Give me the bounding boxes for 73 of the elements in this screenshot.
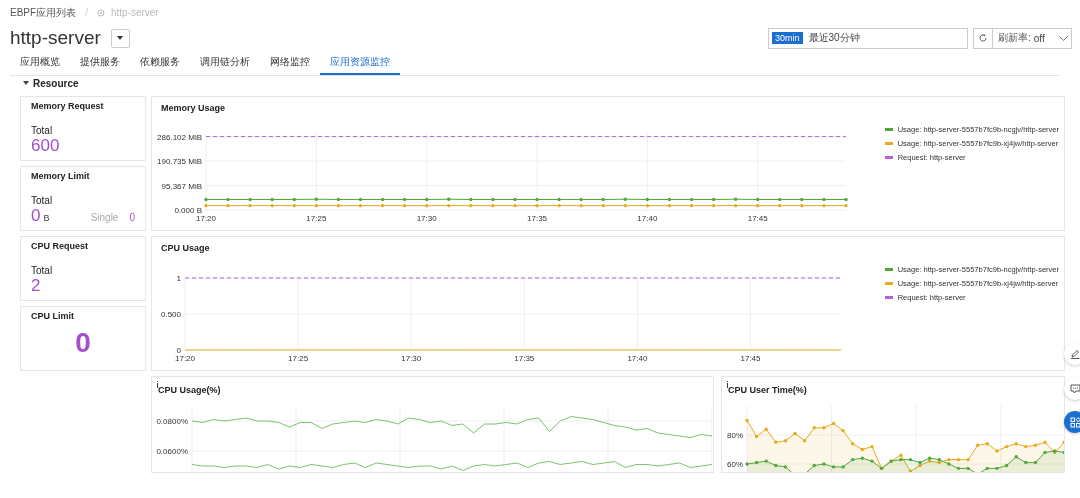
single-label: Single <box>90 212 119 223</box>
chart-title: CPU User Time(%) <box>727 385 807 395</box>
section-title: Resource <box>33 77 79 89</box>
y-tick-label: 1 <box>176 274 181 283</box>
y-tick-label: 0 <box>176 346 181 355</box>
stat-value: 0 <box>74 327 92 359</box>
chat-icon <box>1069 384 1080 394</box>
tab[interactable]: 调用链分析 <box>190 55 260 75</box>
y-tick-label: 190.735 MiB <box>157 157 202 167</box>
y-tick-label: 0.500 <box>160 310 181 319</box>
stat-unit: B <box>43 213 50 223</box>
x-tick-label: 17:30 <box>416 214 437 223</box>
y-tick-label: 95.367 MiB <box>161 181 202 191</box>
chart-title: CPU Usage <box>161 243 210 253</box>
tab[interactable]: 提供服务 <box>70 55 130 75</box>
single-value: 0 <box>129 212 135 223</box>
x-tick-label: 17:45 <box>747 214 768 223</box>
total-label: Total <box>31 265 54 276</box>
x-tick-label: 17:45 <box>740 354 761 363</box>
caret-icon[interactable] <box>23 81 29 85</box>
stat-value: 2 <box>31 276 41 295</box>
card-title: CPU Request <box>31 241 89 251</box>
pencil-icon <box>1070 349 1080 359</box>
stat-value: 600 <box>31 136 60 155</box>
chevron-down-icon <box>1059 35 1068 41</box>
refresh-button[interactable] <box>973 27 993 49</box>
x-tick-label: 17:35 <box>527 214 548 223</box>
y-tick-label: 0.000 B <box>174 206 202 215</box>
time-range-tag: 30min <box>772 32 803 44</box>
y-tick-label: 80% <box>727 431 743 440</box>
x-tick-label: 17:35 <box>514 354 535 363</box>
app-dropdown-button[interactable] <box>110 28 130 48</box>
card-title: Memory Limit <box>31 171 91 181</box>
time-range-label: 最近30分钟 <box>808 31 860 45</box>
card-title: Memory Request <box>31 101 105 111</box>
app-icon <box>96 8 105 17</box>
time-range-picker[interactable]: 30min 最近30分钟 <box>768 27 968 49</box>
apps-icon <box>1069 416 1080 428</box>
caret-icon <box>117 36 124 40</box>
x-tick-label: 17:20 <box>175 354 195 363</box>
tab[interactable]: 网络监控 <box>260 55 320 75</box>
x-tick-label: 17:40 <box>627 354 648 363</box>
breadcrumb-separator: / <box>84 7 89 18</box>
breadcrumb-current: http-server <box>110 7 159 18</box>
y-tick-label: 286.102 MiB <box>157 132 202 142</box>
card-title: CPU Limit <box>31 311 75 321</box>
x-tick-label: 17:25 <box>288 354 309 363</box>
chat-button[interactable] <box>1064 378 1080 400</box>
y-tick-label: 60% <box>727 460 743 469</box>
x-tick-label: 17:25 <box>306 214 327 223</box>
x-tick-label: 17:40 <box>637 214 658 223</box>
tab[interactable]: 应用资源监控 <box>320 55 400 75</box>
total-label: Total <box>31 125 54 136</box>
refresh-rate-label: 刷新率: <box>998 31 1031 45</box>
info-icon[interactable] <box>156 381 159 388</box>
y-tick-label: 0.0800% <box>156 417 188 426</box>
y-tick-label: 0.0600% <box>156 447 188 456</box>
tab[interactable]: 依赖服务 <box>130 55 190 75</box>
info-icon[interactable] <box>726 381 729 388</box>
x-tick-label: 17:20 <box>196 214 216 223</box>
apps-button[interactable] <box>1064 411 1080 433</box>
tab[interactable]: 应用概览 <box>10 55 70 75</box>
edit-button[interactable] <box>1064 343 1080 365</box>
page-title: http-server <box>10 27 101 49</box>
breadcrumb-link[interactable]: EBPF应用列表 <box>10 5 77 20</box>
stat-value: 0 <box>31 206 41 225</box>
chart-title: Memory Usage <box>161 103 226 113</box>
total-label: Total <box>31 195 54 206</box>
refresh-icon <box>978 33 988 43</box>
x-tick-label: 17:30 <box>401 354 422 363</box>
refresh-rate-select[interactable]: 刷新率: off <box>993 27 1072 49</box>
refresh-rate-value: off <box>1033 32 1046 44</box>
chart-title: CPU Usage(%) <box>157 385 221 395</box>
